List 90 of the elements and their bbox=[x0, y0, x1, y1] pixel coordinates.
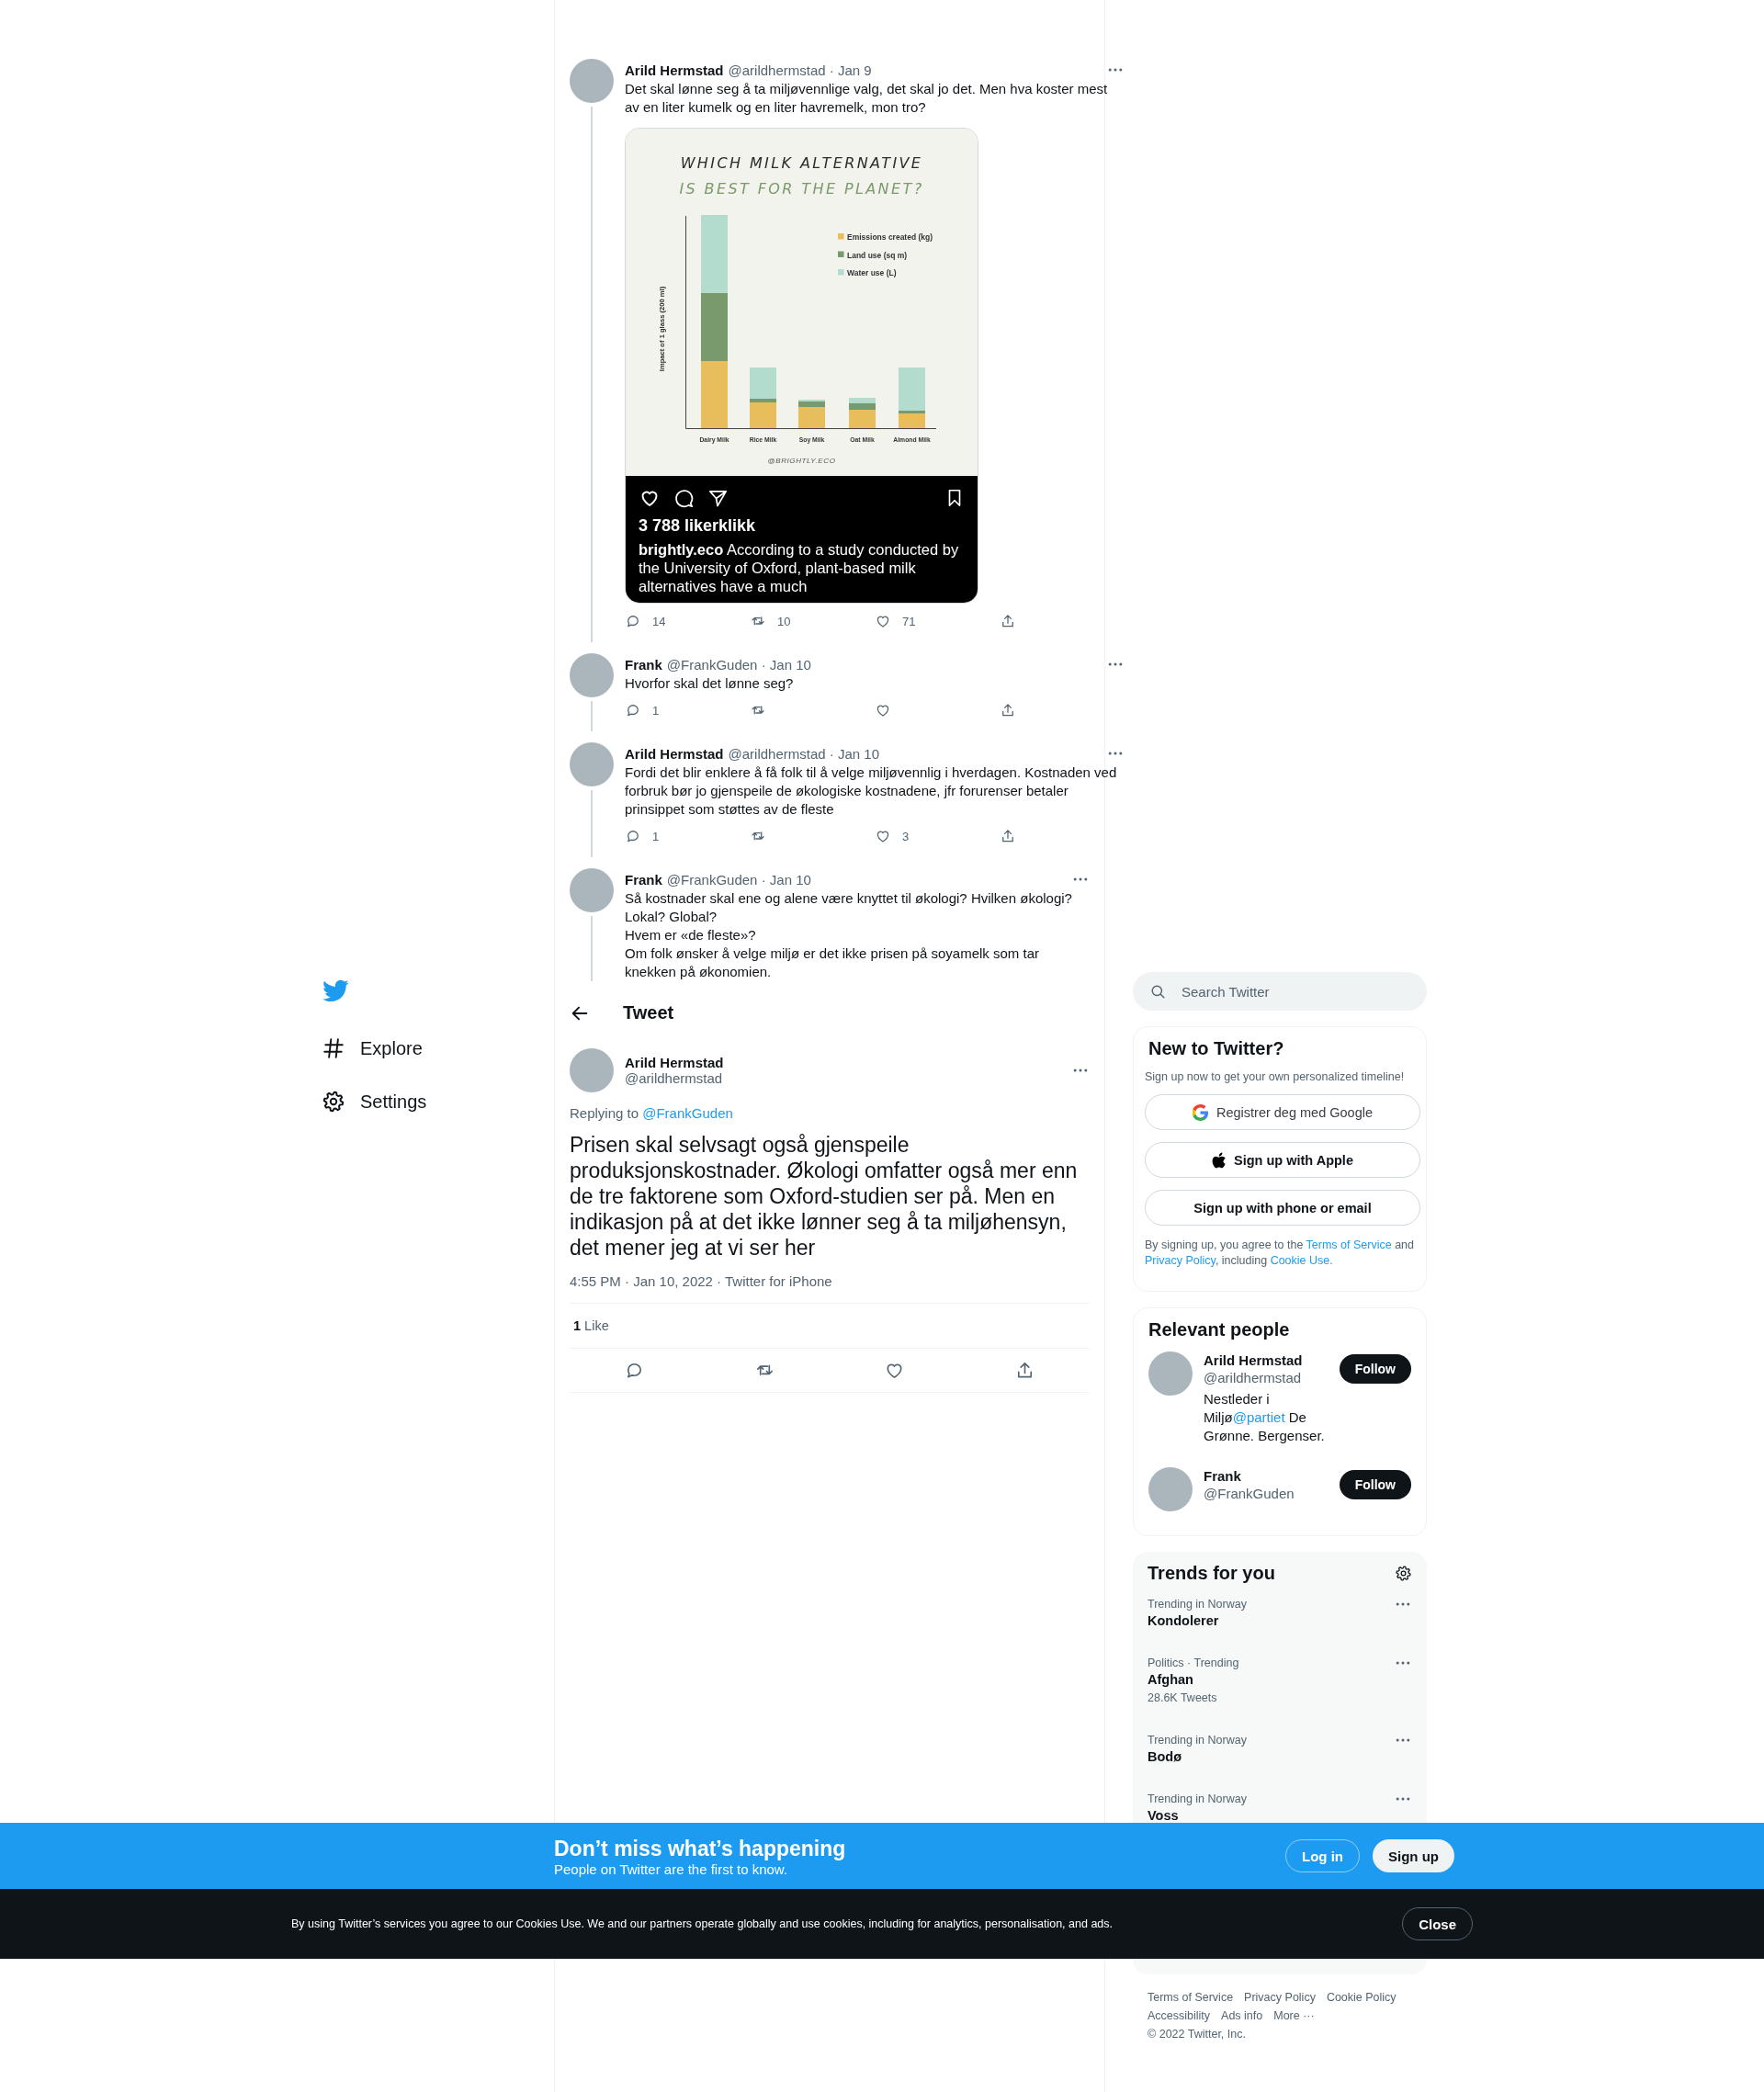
card-title: Trends for you bbox=[1147, 1563, 1276, 1584]
trend-item[interactable]: Trending in Norway Bodø bbox=[1148, 1731, 1247, 1766]
search-icon bbox=[1149, 982, 1167, 1001]
tweet-text: Prisen skal selvsagt også gjenspeile produksjonskostnader. Økologi omfatter også mer enn de tre faktorene som Oxford-studien ser på. Men en indikasjon på at det ikke lønner seg å ta miljøhensyn, det mener jeg at vi ser her bbox=[570, 1132, 1079, 1261]
trend-item[interactable]: Trending in Norway Kondolerer bbox=[1148, 1595, 1247, 1630]
cookie-notice-text: By using Twitter’s services you agree to our Cookies Use. We and our partners operate globally and use cookies, including for analytics, personalisation, and ads. bbox=[291, 1917, 1114, 1930]
author-name[interactable]: Frank bbox=[625, 870, 662, 888]
retweet-button[interactable]: 10 bbox=[750, 613, 791, 629]
card-title: New to Twitter? bbox=[1148, 1038, 1285, 1059]
footer-link[interactable]: Terms of Service bbox=[1148, 1988, 1234, 2007]
tweet-text: Hvorfor skal det lønne seg? bbox=[625, 674, 795, 693]
person-handle: @arildhermstad bbox=[1204, 1370, 1302, 1385]
tweet-text: Det skal lønne seg å ta miljøvennlige valg, det skal jo det. Men hva koster mest av en liter kumelk og en liter havremelk, mon tro? bbox=[625, 80, 1109, 117]
reply-icon bbox=[625, 702, 641, 718]
footer-link[interactable]: Ads info bbox=[1221, 2007, 1263, 2025]
signup-button[interactable]: Registrer deg med Google bbox=[1145, 1094, 1420, 1130]
signup-button[interactable]: Sign up with Apple bbox=[1145, 1142, 1420, 1178]
heart-icon bbox=[875, 613, 891, 629]
search-field[interactable]: Search Twitter bbox=[1133, 972, 1427, 1011]
likes-link[interactable]: 1 Like bbox=[570, 1304, 1090, 1349]
like-button[interactable]: 71 bbox=[875, 613, 916, 629]
trend-item[interactable]: Politics · Trending Afghan 28.6K Tweets bbox=[1148, 1654, 1239, 1707]
banner-title: Don’t miss what’s happening bbox=[554, 1835, 847, 1861]
person-name[interactable]: Frank bbox=[1204, 1467, 1329, 1485]
reply-button[interactable]: 1 bbox=[625, 702, 660, 718]
person-bio: Nestleder i Miljø@partiet De Grønne. Bergenser. bbox=[1204, 1390, 1326, 1445]
legend-label: Water use (L) bbox=[847, 268, 897, 277]
tweet-byline: @FrankGuden · Jan 10 bbox=[666, 870, 811, 888]
reply-button[interactable]: 14 bbox=[625, 613, 666, 629]
tweet-text: Så kostnader skal ene og alene være knyttet til økologi? Hvilken økologi? Lokal? Global? Hvem er «de fleste»? Om folk ønsker å velge miljø er det ikke prisen på soyamelk som tar knekken på økonomien. bbox=[625, 889, 1073, 981]
heart-icon bbox=[875, 702, 891, 718]
post-caption: brightly.eco According to a study conducted by the University of Oxford, plant-based milk alternatives have a much bbox=[639, 540, 960, 595]
copyright-text: © 2022 Twitter, Inc. bbox=[1148, 2027, 1247, 2042]
google-g-icon bbox=[1192, 1103, 1209, 1121]
thread-line bbox=[591, 701, 593, 731]
terms-text: By signing up, you agree to the Terms of Service and Privacy Policy, including Cookie Use. bbox=[1144, 1238, 1416, 1269]
settings-icon[interactable] bbox=[1395, 1565, 1412, 1582]
tweet-text: Fordi det blir enklere å få folk til å velge miljøvennlig i hverdagen. Kostnaden ved forbruk bør jo gjenspeile de økologiske kostnadene, jfr forurenser betaler prinsippet som støttes av de fleste bbox=[625, 763, 1118, 819]
heart-icon bbox=[875, 828, 891, 844]
nav-link[interactable]: Explore bbox=[322, 1022, 423, 1075]
banner-subtitle: People on Twitter are the first to know. bbox=[554, 1860, 789, 1877]
speech-bubble-icon bbox=[673, 487, 695, 509]
legend-label: Emissions created (kg) bbox=[847, 232, 933, 242]
person-handle: @FrankGuden bbox=[1204, 1486, 1295, 1501]
chart-title: WHICH MILK ALTERNATIVE bbox=[680, 154, 923, 172]
chart-title: IS BEST FOR THE PLANET? bbox=[679, 180, 924, 198]
author-handle: @arildhermstad bbox=[625, 1069, 723, 1086]
legend-label: Land use (sq m) bbox=[847, 250, 908, 260]
share-icon bbox=[1000, 613, 1016, 629]
tweet-byline: @FrankGuden · Jan 10 bbox=[666, 655, 811, 673]
tweet-byline: @arildhermstad · Jan 9 bbox=[728, 61, 872, 79]
footer-link[interactable]: Accessibility bbox=[1148, 2007, 1211, 2025]
signup-button[interactable]: Sign up bbox=[1373, 1839, 1454, 1872]
share-icon bbox=[1000, 828, 1016, 844]
share-icon bbox=[1000, 702, 1016, 718]
author-name[interactable]: Arild Hermstad bbox=[625, 61, 724, 79]
bird-logo-icon[interactable] bbox=[322, 979, 349, 1003]
follow-button[interactable]: Follow bbox=[1339, 1354, 1411, 1384]
tweet-byline: @arildhermstad · Jan 10 bbox=[728, 744, 879, 763]
author-name[interactable]: Frank bbox=[625, 655, 662, 673]
share-button[interactable] bbox=[1000, 828, 1016, 844]
reply-icon bbox=[625, 613, 641, 629]
settings-icon bbox=[322, 1090, 345, 1114]
reply-icon bbox=[625, 828, 641, 844]
signup-button[interactable]: Sign up with phone or email bbox=[1145, 1190, 1420, 1226]
like-button[interactable]: 3 bbox=[875, 828, 910, 844]
card-title: Relevant people bbox=[1148, 1319, 1291, 1340]
footer-link[interactable]: Privacy Policy bbox=[1244, 1988, 1316, 2007]
card-subtitle: Sign up now to get your own personalized timeline! bbox=[1144, 1070, 1406, 1083]
hashtag-icon bbox=[322, 1036, 345, 1060]
footer-link[interactable]: Cookie Policy bbox=[1326, 1988, 1396, 2007]
apple-logo-icon bbox=[1212, 1151, 1227, 1169]
reply-button[interactable]: 1 bbox=[625, 828, 660, 844]
follow-button[interactable]: Follow bbox=[1339, 1470, 1411, 1499]
instagram-post-card[interactable] bbox=[625, 128, 978, 604]
nav-link[interactable]: Settings bbox=[322, 1075, 427, 1128]
likes-count-text: 3 788 likerklikk bbox=[639, 516, 757, 536]
footer-link[interactable]: More ··· bbox=[1273, 2007, 1315, 2025]
author-name[interactable]: Arild Hermstad bbox=[625, 744, 724, 763]
replying-to-text: Replying to @FrankGuden bbox=[570, 1105, 734, 1121]
share-button[interactable] bbox=[1000, 702, 1016, 718]
page-title: Tweet bbox=[623, 1002, 674, 1023]
like-button[interactable] bbox=[875, 702, 891, 718]
author-name[interactable]: Arild Hermstad bbox=[625, 1054, 1060, 1070]
tweet-timestamp: 4:55 PM · Jan 10, 2022 · Twitter for iPhone bbox=[570, 1273, 1090, 1304]
credit-text: @BRIGHTLY.ECO bbox=[767, 457, 836, 465]
trend-item[interactable]: Trending in Norway Voss bbox=[1148, 1790, 1247, 1825]
share-button[interactable] bbox=[1000, 613, 1016, 629]
person-name[interactable]: Arild Hermstad bbox=[1204, 1351, 1329, 1369]
thread-line bbox=[591, 916, 593, 981]
